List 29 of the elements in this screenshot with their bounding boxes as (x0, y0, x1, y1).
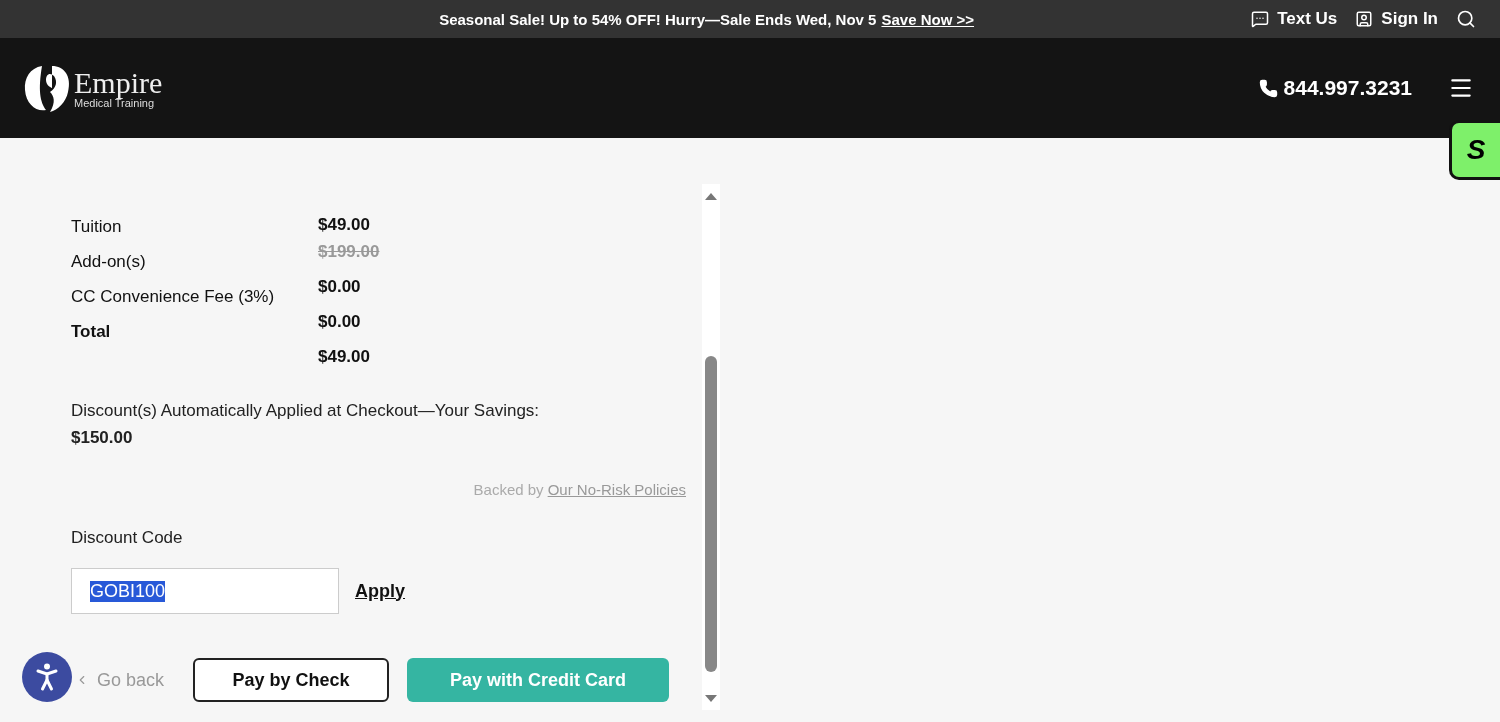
scrollbar[interactable] (702, 184, 720, 710)
chat-icon (1251, 10, 1270, 28)
discount-code-field[interactable]: GOBI100 (71, 568, 339, 614)
summary-label: Total (71, 321, 112, 342)
summary-amount: $0.00 (318, 311, 362, 332)
summary-amount: $199.00 (318, 241, 380, 262)
policy-prefix: Backed by (473, 481, 544, 498)
phone-icon (1258, 78, 1278, 98)
summary-label: CC Convenience Fee (3%) (71, 286, 276, 307)
side-badge[interactable]: S (1449, 120, 1500, 180)
summary-amount: $49.00 (318, 214, 371, 235)
phone-link[interactable]: 844.997.3231 (1258, 76, 1412, 100)
text-us-link[interactable]: Text Us (1251, 9, 1338, 29)
accessibility-button[interactable] (22, 652, 72, 702)
logo[interactable]: Empire Medical Training (22, 62, 163, 114)
summary-label: Tuition (71, 216, 123, 237)
search-icon[interactable] (1456, 9, 1476, 29)
discount-code-label: Discount Code (71, 528, 184, 548)
apply-link[interactable]: Apply (355, 580, 405, 602)
summary-amount: $0.00 (318, 276, 362, 297)
sign-in-link[interactable]: Sign In (1355, 9, 1438, 29)
summary-label: Add-on(s) (71, 251, 147, 272)
promo-message: Seasonal Sale! Up to 54% OFF! Hurry—Sale Ends Wed, Nov 5 Save Now >> (438, 10, 976, 28)
user-icon (1355, 10, 1374, 28)
save-now-link[interactable]: Save Now >> (881, 10, 975, 28)
logo-title: Empire (74, 67, 163, 98)
summary-amount: $49.00 (318, 346, 371, 367)
savings-note: Discount(s) Automatically Applied at Checkout—Your Savings: $150.00 (71, 400, 541, 449)
pay-by-check-button[interactable]: Pay by Check (193, 658, 389, 702)
